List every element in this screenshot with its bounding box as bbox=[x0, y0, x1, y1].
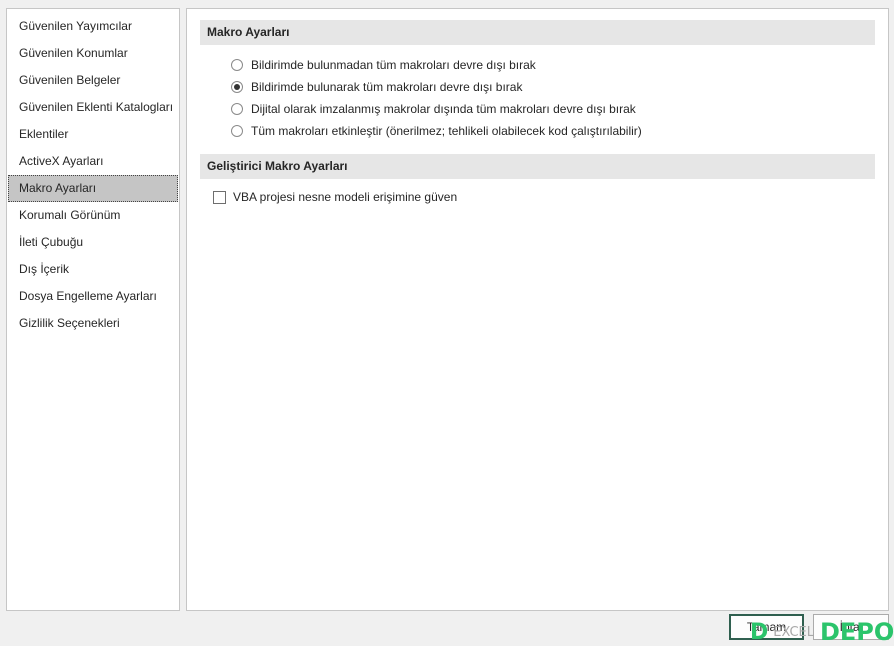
settings-panel: Makro Ayarları Bildirimde bulunmadan tüm… bbox=[186, 8, 889, 611]
radio-option-disable-except-signed[interactable]: Dijital olarak imzalanmış makrolar dışın… bbox=[231, 99, 636, 119]
cancel-button[interactable]: İptal bbox=[813, 614, 889, 640]
radio-option-disable-no-notify[interactable]: Bildirimde bulunmadan tüm makroları devr… bbox=[231, 55, 536, 75]
vba-trust-option[interactable]: VBA projesi nesne modeli erişimine güven bbox=[213, 187, 457, 207]
trust-center-nav: Güvenilen Yayımcılar Güvenilen Konumlar … bbox=[6, 8, 180, 611]
vba-trust-checkbox[interactable] bbox=[213, 190, 226, 204]
nav-item-message-bar[interactable]: İleti Çubuğu bbox=[8, 229, 178, 256]
nav-item-file-block-settings[interactable]: Dosya Engelleme Ayarları bbox=[8, 283, 178, 310]
nav-item-protected-view[interactable]: Korumalı Görünüm bbox=[8, 202, 178, 229]
radio-label: Bildirimde bulunmadan tüm makroları devr… bbox=[251, 58, 536, 72]
radio-button[interactable] bbox=[231, 125, 243, 137]
radio-option-disable-with-notify[interactable]: Bildirimde bulunarak tüm makroları devre… bbox=[231, 77, 522, 97]
radio-button[interactable] bbox=[231, 59, 243, 71]
ok-button[interactable]: Tamam bbox=[729, 614, 804, 640]
nav-item-privacy-options[interactable]: Gizlilik Seçenekleri bbox=[8, 310, 178, 337]
macro-settings-header: Makro Ayarları bbox=[200, 20, 875, 45]
developer-macro-settings-header: Geliştirici Makro Ayarları bbox=[200, 154, 875, 179]
vba-trust-label: VBA projesi nesne modeli erişimine güven bbox=[233, 190, 458, 204]
nav-item-trusted-documents[interactable]: Güvenilen Belgeler bbox=[8, 67, 178, 94]
radio-option-enable-all[interactable]: Tüm makroları etkinleştir (önerilmez; te… bbox=[231, 121, 642, 141]
radio-label: Tüm makroları etkinleştir (önerilmez; te… bbox=[251, 124, 642, 138]
nav-item-macro-settings[interactable]: Makro Ayarları bbox=[8, 175, 178, 202]
nav-item-activex-settings[interactable]: ActiveX Ayarları bbox=[8, 148, 178, 175]
nav-item-trusted-addin-catalogs[interactable]: Güvenilen Eklenti Katalogları bbox=[8, 94, 178, 121]
nav-item-trusted-locations[interactable]: Güvenilen Konumlar bbox=[8, 40, 178, 67]
radio-label: Bildirimde bulunarak tüm makroları devre… bbox=[251, 80, 523, 94]
radio-button-selected[interactable] bbox=[231, 81, 243, 93]
nav-item-trusted-publishers[interactable]: Güvenilen Yayımcılar bbox=[8, 13, 178, 40]
radio-button[interactable] bbox=[231, 103, 243, 115]
nav-item-addins[interactable]: Eklentiler bbox=[8, 121, 178, 148]
nav-item-external-content[interactable]: Dış İçerik bbox=[8, 256, 178, 283]
radio-label: Dijital olarak imzalanmış makrolar dışın… bbox=[251, 102, 636, 116]
